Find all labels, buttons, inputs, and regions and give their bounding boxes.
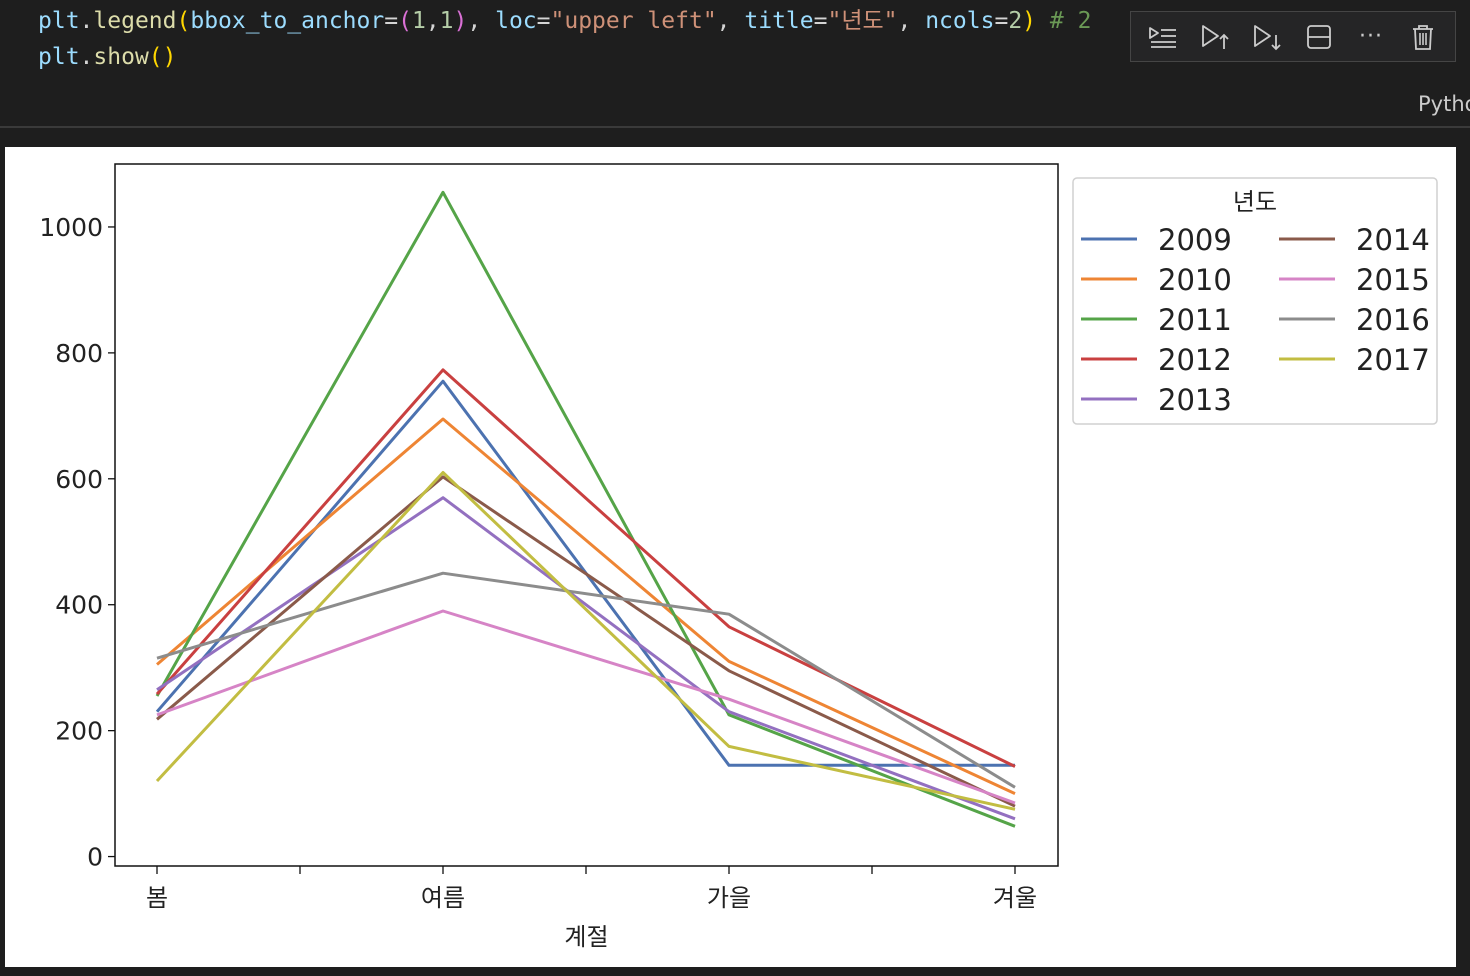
legend-title: 년도 <box>1233 188 1277 216</box>
x-tick-label: 겨울 <box>993 884 1037 912</box>
series-line-2012 <box>155 368 1016 768</box>
token-eq: = <box>536 8 551 34</box>
execute-above-button[interactable] <box>1141 17 1185 57</box>
token-comment: # 2 <box>1049 8 1092 34</box>
token-paren-close: ) <box>1022 8 1037 34</box>
split-cell-icon <box>1307 24 1331 49</box>
code-editor[interactable]: plt.legend(bbox_to_anchor=(1,1), loc="up… <box>0 0 1470 126</box>
token-num-1: 1 <box>411 8 426 34</box>
cell-output: 0 200 400 600 800 1000 봄 여름 가을 겨울계절 년도 2009 2010 2011… <box>5 147 1456 967</box>
cell-language-label[interactable]: Python <box>1418 92 1470 116</box>
token-paren2-close: ) <box>453 8 468 34</box>
y-tick-label: 800 <box>55 339 103 368</box>
delete-button[interactable] <box>1401 17 1445 57</box>
token-plt: plt <box>38 44 80 70</box>
code-line-1[interactable]: plt.legend(bbox_to_anchor=(1,1), loc="up… <box>38 6 1091 36</box>
x-tick-label: 여름 <box>421 884 465 912</box>
split-cell-button[interactable] <box>1297 17 1341 57</box>
token-comma-space: , <box>716 8 745 34</box>
legend-label-2015: 2015 <box>1356 263 1430 297</box>
legend-label-2012: 2012 <box>1158 343 1232 377</box>
token-kw-title: title <box>744 8 814 34</box>
legend-label-2014: 2014 <box>1356 223 1430 257</box>
token-kw-ncols: ncols <box>925 8 995 34</box>
token-comma-space: , <box>897 8 926 34</box>
run-above-icon <box>1202 24 1229 49</box>
token-num-3: 2 <box>1008 8 1023 34</box>
token-str-title: "년도" <box>827 8 898 34</box>
y-tick-label: 1000 <box>39 213 103 242</box>
run-below-button[interactable] <box>1245 17 1289 57</box>
token-dot: . <box>79 8 94 34</box>
token-paren2-open: ( <box>398 8 412 34</box>
legend-label-2010: 2010 <box>1158 263 1232 297</box>
execute-above-icon <box>1149 26 1176 48</box>
series-line-2013 <box>156 496 1016 821</box>
y-tick-label: 400 <box>55 591 103 620</box>
cell-toolbar: ··· <box>1130 11 1456 62</box>
token-comma: , <box>425 8 440 34</box>
token-dot: . <box>79 44 94 70</box>
legend-label-2009: 2009 <box>1158 223 1232 257</box>
y-tick-label: 0 <box>87 843 103 872</box>
series-line-2015 <box>156 609 1016 805</box>
x-tick-label: 봄 <box>146 884 168 912</box>
token-str-loc: "upper left" <box>550 8 717 34</box>
x-axis-label: 계절 <box>564 923 608 951</box>
series-line-2017 <box>155 471 1016 811</box>
token-plt: plt <box>38 8 80 34</box>
legend-label-2011: 2011 <box>1158 303 1232 337</box>
more-icon: ··· <box>1359 24 1383 49</box>
token-eq: = <box>384 8 399 34</box>
line-chart: 0 200 400 600 800 1000 봄 여름 가을 겨울계절 년도2009 2010 2011… <box>39 163 1438 951</box>
legend-label-2017: 2017 <box>1356 343 1430 377</box>
more-button[interactable]: ··· <box>1349 17 1393 57</box>
legend-label-2016: 2016 <box>1356 303 1430 337</box>
run-above-button[interactable] <box>1193 17 1237 57</box>
cell-divider <box>0 126 1470 128</box>
token-kw-bbox: bbox_to_anchor <box>190 8 385 34</box>
token-num-2: 1 <box>439 8 454 34</box>
token-show: show <box>93 44 149 70</box>
token-paren-open: ( <box>176 8 191 34</box>
token-eq: = <box>813 8 828 34</box>
y-tick-label: 200 <box>55 717 103 746</box>
delete-icon <box>1413 24 1433 50</box>
code-line-2[interactable]: plt.show() <box>38 42 177 72</box>
token-legend: legend <box>93 8 177 34</box>
run-below-icon <box>1254 24 1281 50</box>
x-tick-label: 가을 <box>707 884 751 912</box>
token-paren-close: ) <box>162 44 177 70</box>
y-tick-label: 600 <box>55 465 103 494</box>
series-line-2011 <box>155 190 1016 828</box>
token-comma-space: , <box>467 8 496 34</box>
legend-label-2013: 2013 <box>1158 383 1232 417</box>
token-paren-open: ( <box>148 44 163 70</box>
token-eq: = <box>994 8 1009 34</box>
token-kw-loc: loc <box>495 8 537 34</box>
